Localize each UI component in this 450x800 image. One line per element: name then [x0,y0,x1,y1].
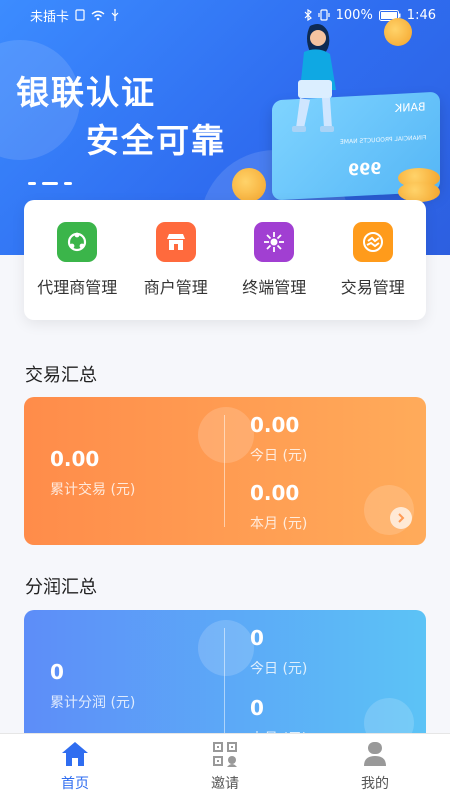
battery-percent: 100% [335,7,373,23]
home-icon [62,742,88,766]
divider [224,415,225,527]
chevron-right-icon[interactable] [390,507,412,529]
nav-label: 邀请 [211,776,239,792]
sim-icon [75,9,85,21]
trade-today-value: 0.00 [250,413,300,437]
bottom-nav: 首页 邀请 我的 [0,733,450,800]
nav-label: 我的 [361,776,389,792]
coin-illustration [232,168,266,202]
bluetooth-icon [304,9,312,21]
trade-month-label: 本月 (元) [250,516,308,532]
trade-icon [352,222,393,262]
trade-total-label: 累计交易 (元) [50,482,136,498]
profit-total-value: 0 [50,660,64,684]
coin-stack-illustration [398,182,440,202]
agent-icon [57,222,98,262]
profit-today-label: 今日 (元) [250,661,308,677]
section-title-trade: 交易汇总 [25,365,97,386]
status-bar: 未插卡 100% 1:46 [0,0,450,30]
decor-bubble [198,620,254,676]
qr-code-icon [213,742,237,767]
clock: 1:46 [406,7,436,23]
section-title-profit: 分润汇总 [25,577,97,598]
carousel-indicator[interactable] [28,182,72,185]
trade-today-label: 今日 (元) [250,448,308,464]
coin-illustration [384,18,412,46]
menu-merchant-management[interactable]: 商户管理 [130,222,222,298]
menu-label: 商户管理 [143,278,208,297]
trade-month-value: 0.00 [250,481,300,505]
profit-summary-card[interactable]: 0 累计分润 (元) 0 今日 (元) 0 本月 (元) [24,610,426,750]
user-icon [364,742,386,766]
menu-label: 代理商管理 [37,278,118,297]
vibrate-icon [318,9,330,21]
menu-terminal-management[interactable]: 终端管理 [228,222,320,298]
card-subtitle: FINANCIAL PRODUCTS NAME [339,134,426,146]
card-number: 999 [348,158,382,180]
usb-icon [111,9,119,21]
trade-total-value: 0.00 [50,447,100,471]
card-brand: BANK [395,100,426,115]
carrier-text: 未插卡 [30,9,70,25]
nav-label: 首页 [61,776,89,792]
menu-label: 终端管理 [242,278,307,297]
menu-label: 交易管理 [340,278,405,297]
terminal-icon [254,222,295,262]
banner-title-line2: 安全可靠 [86,121,226,160]
function-menu: 代理商管理 商户管理 终端管理 交易管理 [24,200,426,320]
menu-agent-management[interactable]: 代理商管理 [31,222,123,298]
nav-invite[interactable]: 邀请 [150,734,300,800]
store-icon [155,222,196,262]
profit-today-value: 0 [250,626,264,650]
banner-title-line1: 银联认证 [16,73,156,112]
nav-home[interactable]: 首页 [0,734,150,800]
profit-month-value: 0 [250,696,264,720]
wifi-icon [91,10,105,21]
person-illustration [292,24,336,132]
trade-summary-card[interactable]: 0.00 累计交易 (元) 0.00 今日 (元) 0.00 本月 (元) [24,397,426,545]
decor-bubble [198,407,254,463]
divider [224,628,225,738]
menu-transaction-management[interactable]: 交易管理 [327,222,419,298]
profit-total-label: 累计分润 (元) [50,695,136,711]
nav-profile[interactable]: 我的 [300,734,450,800]
